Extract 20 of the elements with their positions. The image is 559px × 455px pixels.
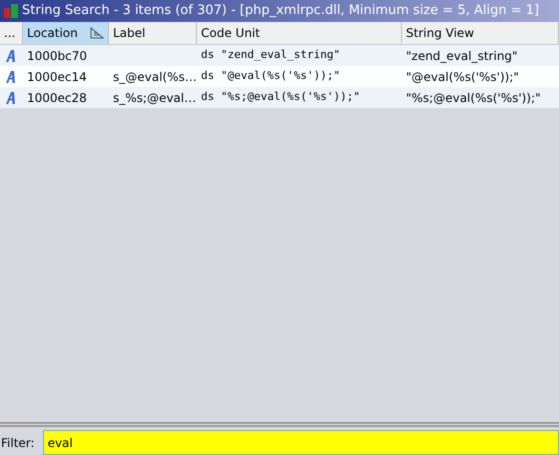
table-cell-text: ds "%s;@eval(%s('%s'));" — [200, 89, 361, 106]
table-cell-text: "@eval(%s('%s'));" — [405, 68, 520, 86]
table-cell: s_%s;@eval… — [113, 90, 196, 104]
app-icon — [4, 4, 18, 18]
column-header[interactable]: Location — [23, 22, 109, 44]
window-title: String Search - 3 items (of 307) - [php_xmlrpc.dll, Minimum size = 5, Align = 1] — [22, 2, 540, 20]
table-cell-text: 1000ec14 — [26, 68, 88, 86]
table-cell-text: ds "@eval(%s('%s'));" — [200, 68, 342, 84]
table-cell-text: "%s;@eval(%s('%s'));" — [405, 90, 542, 106]
string-icon — [6, 70, 17, 82]
string-icon — [6, 50, 17, 62]
string-icon — [6, 92, 17, 104]
table-cell-text: "zend_eval_string" — [405, 48, 519, 64]
sort-icon — [90, 27, 104, 39]
table-cell-text: 1000bc70 — [26, 48, 88, 64]
table-cell-text: ds "zend_eval_string" — [200, 47, 342, 64]
filter-field[interactable]: eval — [42, 430, 559, 455]
table-cell-text: 1000ec28 — [26, 90, 88, 106]
table-cell: s_@eval(%s… — [113, 70, 197, 84]
filter-label: Filter: — [0, 434, 35, 452]
